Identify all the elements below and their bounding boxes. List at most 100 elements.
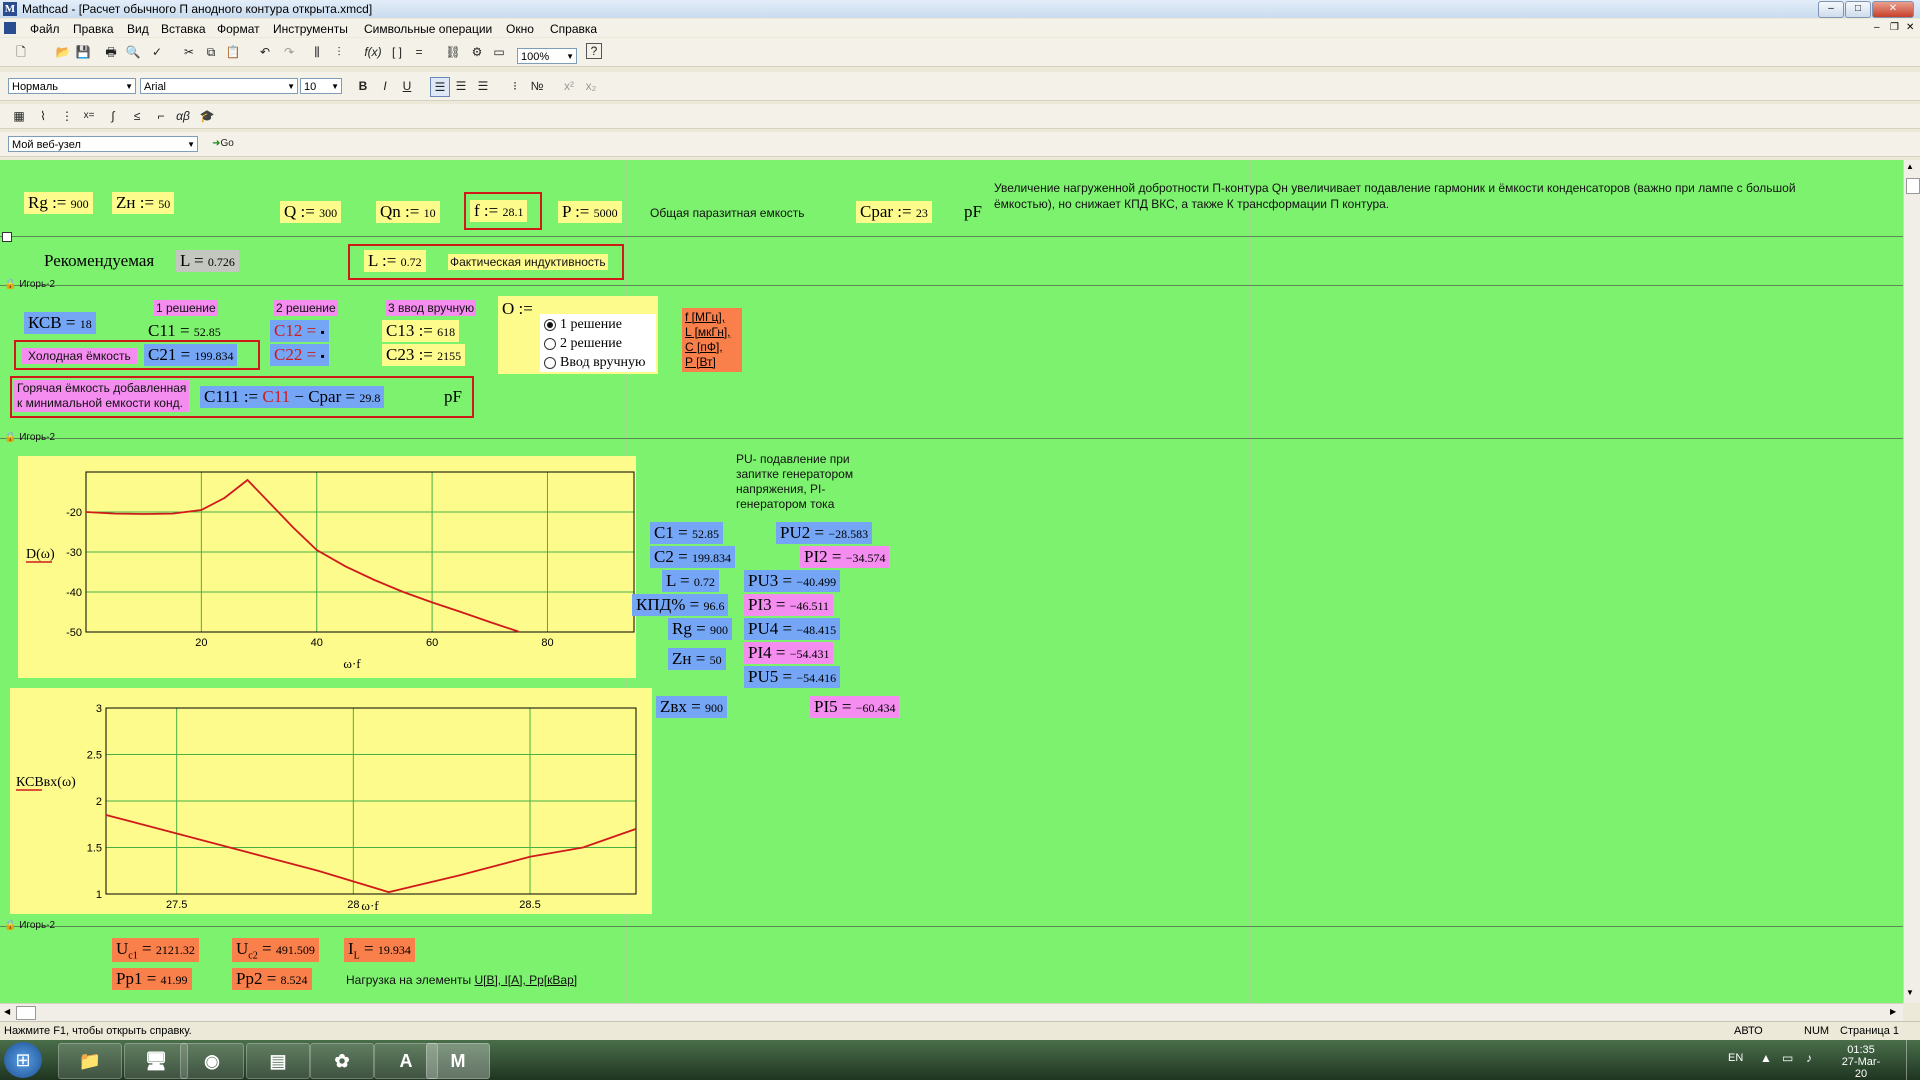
- menu-symbolics[interactable]: Символьные операции: [364, 22, 492, 36]
- radio-solution-1[interactable]: 1 решение: [544, 317, 622, 333]
- tool-taskbar-icon[interactable]: ✿: [310, 1043, 374, 1079]
- calculator-toolbar-icon[interactable]: ▦: [10, 107, 28, 125]
- numbering-icon[interactable]: №: [528, 77, 546, 95]
- zn-result[interactable]: Zн = 50: [668, 648, 726, 670]
- programming-toolbar-icon[interactable]: ⌐: [152, 107, 170, 125]
- c21-result[interactable]: C21 = 199.834: [144, 344, 238, 366]
- align-across-icon[interactable]: ⫼: [308, 43, 326, 61]
- pi2-result[interactable]: PI2 = −34.574: [800, 546, 890, 568]
- greek-toolbar-icon[interactable]: αβ: [174, 107, 192, 125]
- doc-minimize-button[interactable]: –: [1874, 22, 1880, 33]
- scroll-left-icon[interactable]: ◀: [4, 1007, 10, 1016]
- evaluation-toolbar-icon[interactable]: x=: [80, 107, 98, 125]
- menu-help[interactable]: Справка: [550, 22, 597, 36]
- pp2-result[interactable]: Pp2 = 8.524: [232, 968, 312, 990]
- align-center-icon[interactable]: ☰: [452, 77, 470, 95]
- explorer-taskbar-icon[interactable]: 📁: [58, 1043, 122, 1079]
- zoom-select[interactable]: 100% ▼: [517, 48, 577, 64]
- menu-edit[interactable]: Правка: [73, 22, 114, 36]
- region-tag[interactable]: 🔒 Игорь-2: [4, 279, 55, 290]
- undo-icon[interactable]: ↶: [256, 43, 274, 61]
- insert-unit-icon[interactable]: [ ]: [388, 43, 406, 61]
- print-icon[interactable]: 🖶: [102, 43, 120, 61]
- insert-function-icon[interactable]: f(x): [364, 43, 382, 61]
- boolean-toolbar-icon[interactable]: ≤: [128, 107, 146, 125]
- d-omega-plot[interactable]: 20 40 60 80 -20 -30 -40 -50 D(ω) ω·f: [18, 456, 636, 678]
- minimize-button[interactable]: –: [1818, 1, 1844, 18]
- pi4-result[interactable]: PI4 = −54.431: [744, 642, 834, 664]
- insert-hyperlink-icon[interactable]: ⛓: [444, 43, 462, 61]
- horizontal-scroll-thumb[interactable]: [16, 1006, 36, 1020]
- help-icon[interactable]: ?: [586, 43, 602, 59]
- menu-tools[interactable]: Инструменты: [273, 22, 348, 36]
- scroll-down-icon[interactable]: ▼: [1906, 988, 1914, 997]
- collapse-icon[interactable]: [2, 232, 12, 242]
- zn-definition[interactable]: Zн := 50: [112, 192, 175, 214]
- maximize-button[interactable]: □: [1845, 1, 1871, 18]
- bullets-icon[interactable]: ⁝: [506, 77, 524, 95]
- c2-result[interactable]: C2 = 199.834: [650, 546, 735, 568]
- cpar-definition[interactable]: Cpar := 23: [856, 201, 932, 223]
- uc1-result[interactable]: Uc1 = 2121.32: [112, 938, 199, 963]
- rg-definition[interactable]: Rg := 900: [24, 192, 93, 214]
- doc-restore-button[interactable]: ❐: [1890, 22, 1899, 33]
- radio-manual-input[interactable]: Ввод вручную: [544, 355, 646, 371]
- l-result[interactable]: L = 0.72: [662, 570, 719, 592]
- calculate-icon[interactable]: =: [410, 43, 428, 61]
- c22-result[interactable]: C22 = ▪: [270, 344, 329, 366]
- network-taskbar-icon[interactable]: 🖥: [124, 1043, 188, 1079]
- component-wizard-icon[interactable]: ⚙: [468, 43, 486, 61]
- subscript-icon[interactable]: x₂: [582, 77, 600, 95]
- rg-result[interactable]: Rg = 900: [668, 618, 732, 640]
- style-select[interactable]: Нормаль ▼: [8, 78, 136, 94]
- italic-button[interactable]: I: [376, 77, 394, 95]
- mathcad-taskbar-icon[interactable]: M: [426, 1043, 490, 1079]
- menu-view[interactable]: Вид: [127, 22, 149, 36]
- region-tag[interactable]: 🔒 Игорь-2: [4, 432, 55, 443]
- qn-definition[interactable]: Qn := 10: [376, 201, 440, 223]
- f-definition[interactable]: f := 28.1: [470, 200, 528, 222]
- clock[interactable]: 01:35 27-Mar-20: [1836, 1044, 1886, 1080]
- pu2-result[interactable]: PU2 = −28.583: [776, 522, 873, 544]
- q-definition[interactable]: Q := 300: [280, 201, 342, 223]
- volume-tray-icon[interactable]: ♪: [1806, 1051, 1812, 1065]
- start-button[interactable]: ⊞: [4, 1042, 42, 1078]
- vertical-scroll-thumb[interactable]: [1906, 178, 1920, 194]
- underline-button[interactable]: U: [398, 77, 416, 95]
- menu-insert[interactable]: Вставка: [161, 22, 206, 36]
- new-icon[interactable]: 🗋: [12, 43, 30, 61]
- pp1-result[interactable]: Pp1 = 41.99: [112, 968, 192, 990]
- close-button[interactable]: ✕: [1872, 1, 1914, 18]
- c111-definition[interactable]: C111 := C11 − Cpar = 29.8: [200, 386, 385, 408]
- open-icon[interactable]: 📂: [54, 43, 72, 61]
- kpd-result[interactable]: КПД% = 96.6: [632, 594, 729, 616]
- cut-icon[interactable]: ✂: [180, 43, 198, 61]
- scroll-up-icon[interactable]: ▲: [1906, 162, 1914, 171]
- menu-format[interactable]: Формат: [217, 22, 260, 36]
- region-tag[interactable]: 🔒 Игорь-2: [4, 920, 55, 931]
- document-icon[interactable]: [4, 22, 16, 34]
- c13-definition[interactable]: C13 := 618: [382, 320, 460, 342]
- c23-definition[interactable]: C23 := 2155: [382, 344, 466, 366]
- align-left-icon[interactable]: ☰: [430, 77, 450, 97]
- app-taskbar-icon[interactable]: ▤: [246, 1043, 310, 1079]
- font-size-select[interactable]: 10 ▼: [300, 78, 342, 94]
- web-address-select[interactable]: Мой веб-узел ▼: [8, 136, 198, 152]
- ksv-result[interactable]: КСВ = 18: [24, 312, 96, 334]
- superscript-icon[interactable]: x²: [560, 77, 578, 95]
- symbolic-toolbar-icon[interactable]: 🎓: [198, 107, 216, 125]
- scroll-right-icon[interactable]: ▶: [1890, 1007, 1896, 1016]
- radio-solution-2[interactable]: 2 решение: [544, 336, 622, 352]
- ksv-input-plot[interactable]: 27.5 28 28.5 1 1.5 2 2.5 3 КСВвх(ω) ω·f: [10, 688, 652, 914]
- uc2-result[interactable]: Uc2 = 491.509: [232, 938, 319, 963]
- font-select[interactable]: Arial ▼: [140, 78, 298, 94]
- redo-icon[interactable]: ↷: [280, 43, 298, 61]
- vertical-scrollbar[interactable]: ▲ ▼: [1903, 160, 1920, 1003]
- horizontal-scrollbar[interactable]: ◀ ▶: [0, 1003, 1903, 1021]
- align-down-icon[interactable]: ⫶: [330, 43, 348, 61]
- paste-icon[interactable]: 📋: [224, 43, 242, 61]
- worksheet[interactable]: Rg := 900 Zн := 50 Q := 300 Qn := 10 f :…: [0, 160, 1903, 1003]
- pi5-result[interactable]: PI5 = −60.434: [810, 696, 900, 718]
- tray-arrow-icon[interactable]: ▲: [1760, 1051, 1772, 1065]
- p-definition[interactable]: P := 5000: [558, 201, 622, 223]
